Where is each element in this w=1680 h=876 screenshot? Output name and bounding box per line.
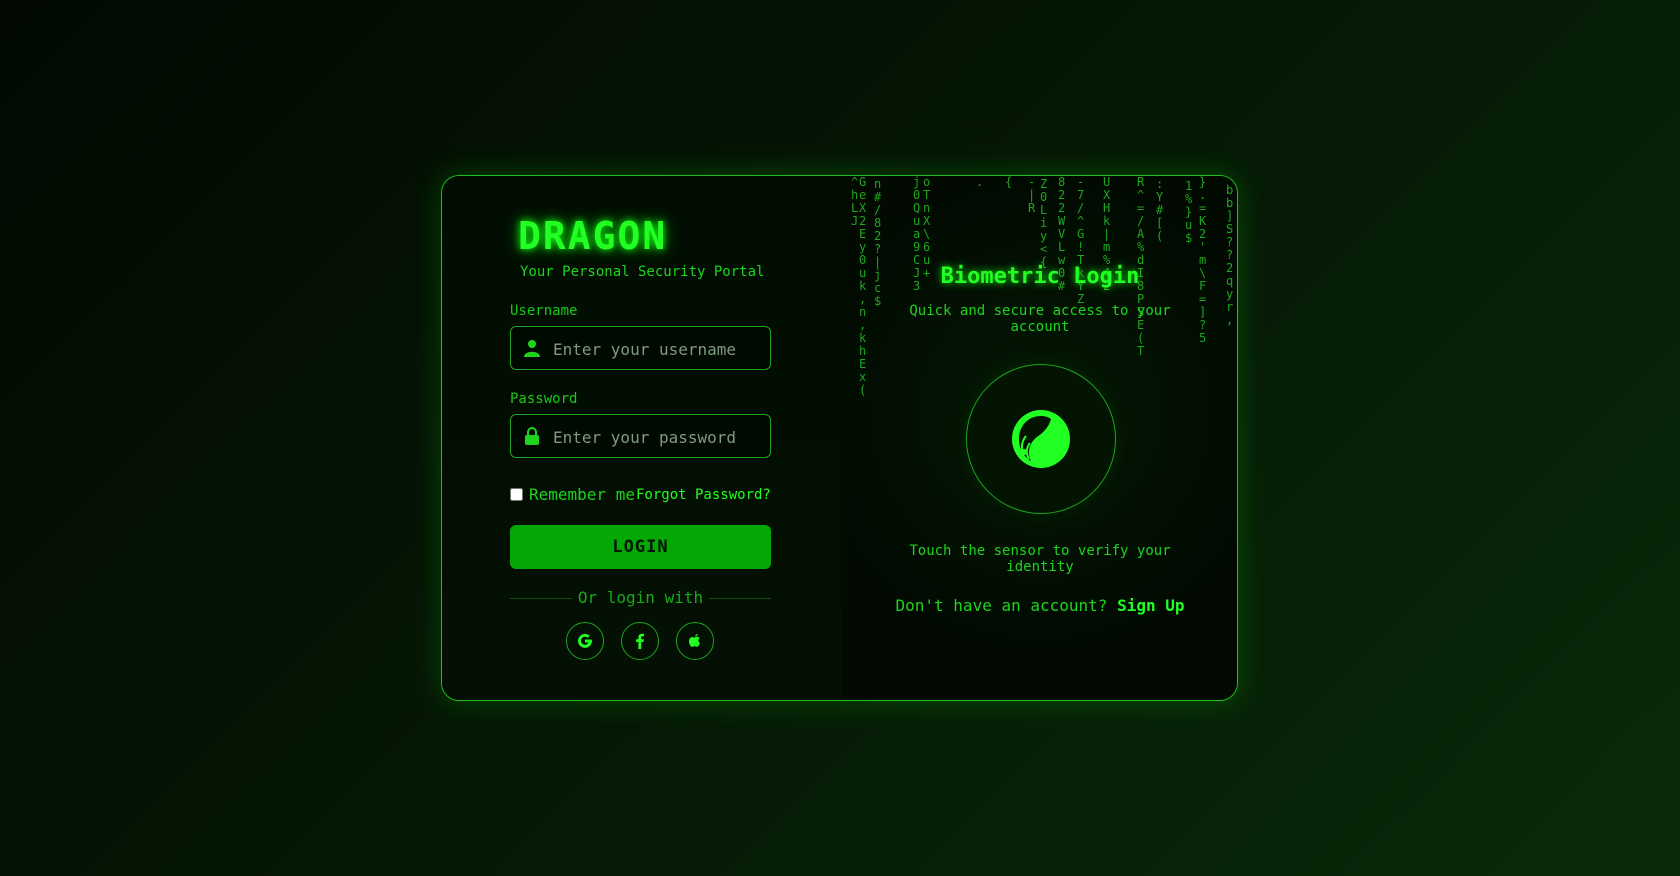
user-icon (524, 340, 540, 357)
dragon-fingerprint-icon (1012, 410, 1070, 468)
matrix-column: - | R (1028, 176, 1036, 215)
login-button[interactable]: LOGIN (510, 525, 771, 569)
remember-label: Remember me (529, 485, 635, 504)
password-input[interactable] (551, 415, 765, 459)
social-divider-text: Or login with (573, 588, 708, 607)
matrix-column: 1 % } u $ (1185, 179, 1193, 245)
social-divider: Or login with (510, 588, 771, 607)
google-login-button[interactable] (566, 622, 604, 660)
biometric-subtitle: Quick and secure access to your account (909, 303, 1171, 335)
fingerprint-sensor[interactable] (966, 364, 1116, 514)
password-field-wrapper (510, 414, 771, 459)
username-input[interactable] (551, 327, 765, 371)
remember-checkbox[interactable] (510, 488, 523, 501)
apple-login-button[interactable] (676, 622, 714, 660)
matrix-column: { (1005, 176, 1013, 189)
matrix-column: : Y # [ ( (1156, 177, 1164, 243)
matrix-column: } . = K 2 ' m \ F = ] ? 5 (1199, 176, 1207, 345)
remember-me[interactable]: Remember me (510, 485, 635, 504)
username-label: Username (510, 303, 578, 319)
google-icon (578, 633, 592, 648)
password-label: Password (510, 391, 578, 407)
matrix-column: b b ] S ? ? 2 q y r , (1226, 183, 1234, 327)
biometric-panel: ^ h L J G e X 2 E y 0 u k , n , k h E x … (841, 176, 1237, 700)
facebook-login-button[interactable] (621, 622, 659, 660)
matrix-column: ^ h L J (851, 176, 859, 228)
signup-prompt: Don't have an account? Sign Up (841, 596, 1237, 615)
facebook-icon (636, 633, 644, 649)
biometric-title: Biometric Login (940, 264, 1140, 289)
signup-prompt-text: Don't have an account? (895, 596, 1118, 615)
brand-logo: DRAGON (518, 214, 668, 258)
lock-icon (525, 427, 539, 445)
login-panel: DRAGON Your Personal Security Portal Use… (442, 176, 841, 700)
brand-tagline: Your Personal Security Portal (520, 264, 765, 280)
touch-sensor-text: Touch the sensor to verify your identity (909, 543, 1171, 575)
forgot-password-link[interactable]: Forgot Password? (636, 487, 771, 503)
matrix-column: . (976, 176, 984, 189)
apple-icon (689, 633, 700, 647)
login-card: DRAGON Your Personal Security Portal Use… (441, 175, 1238, 701)
username-field-wrapper (510, 326, 771, 371)
signup-link[interactable]: Sign Up (1117, 596, 1184, 615)
matrix-column: Z 0 L i y < { (1040, 177, 1048, 269)
